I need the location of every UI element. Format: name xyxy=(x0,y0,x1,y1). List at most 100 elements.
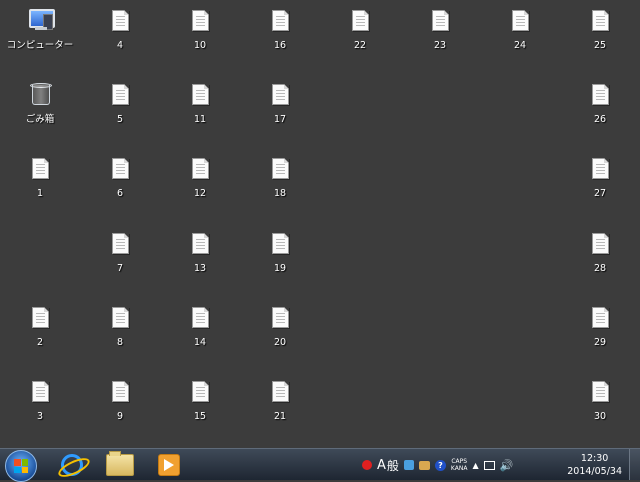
file-label: 22 xyxy=(353,40,367,51)
file-label: 7 xyxy=(116,263,124,274)
file-label: 9 xyxy=(116,411,124,422)
file-icon-2[interactable]: 2 xyxy=(2,299,78,359)
file-icon-24[interactable]: 24 xyxy=(482,2,558,62)
document-icon xyxy=(103,156,137,186)
file-label: 29 xyxy=(593,337,607,348)
file-label: 5 xyxy=(116,114,124,125)
file-label: 13 xyxy=(193,263,207,274)
desktop-icon-label: コンピューター xyxy=(6,40,74,51)
ime-general-button[interactable]: 般 xyxy=(387,457,399,474)
desktop-icon-recycle-bin[interactable]: ごみ箱 xyxy=(2,76,78,136)
recycle-bin-icon xyxy=(23,82,57,112)
document-icon xyxy=(343,8,377,38)
document-icon xyxy=(23,156,57,186)
caps-label: CAPS xyxy=(451,458,468,465)
document-icon xyxy=(103,82,137,112)
file-label: 30 xyxy=(593,411,607,422)
file-label: 10 xyxy=(193,40,207,51)
file-icon-5[interactable]: 5 xyxy=(82,76,158,136)
show-hidden-icons-button[interactable]: ▲ xyxy=(472,461,478,470)
file-icon-26[interactable]: 26 xyxy=(562,76,638,136)
file-icon-22[interactable]: 22 xyxy=(322,2,398,62)
document-icon xyxy=(183,156,217,186)
file-icon-20[interactable]: 20 xyxy=(242,299,318,359)
file-icon-8[interactable]: 8 xyxy=(82,299,158,359)
file-icon-18[interactable]: 18 xyxy=(242,150,318,210)
file-label: 26 xyxy=(593,114,607,125)
document-icon xyxy=(583,82,617,112)
network-icon[interactable] xyxy=(483,460,495,470)
document-icon xyxy=(183,305,217,335)
file-icon-3[interactable]: 3 xyxy=(2,373,78,433)
ie-icon xyxy=(61,454,83,476)
document-icon xyxy=(263,379,297,409)
file-label: 3 xyxy=(36,411,44,422)
file-icon-4[interactable]: 4 xyxy=(82,2,158,62)
document-icon xyxy=(263,231,297,261)
document-icon xyxy=(23,305,57,335)
file-label: 16 xyxy=(273,40,287,51)
ime-help-button[interactable]: ? xyxy=(434,459,446,471)
caps-kana-indicator[interactable]: CAPS KANA xyxy=(451,458,468,472)
document-icon xyxy=(583,379,617,409)
ime-tool-icon[interactable] xyxy=(403,460,414,470)
file-label: 14 xyxy=(193,337,207,348)
file-icon-16[interactable]: 16 xyxy=(242,2,318,62)
clock[interactable]: 12:30 2014/05/34 xyxy=(567,452,622,478)
taskbar: A 般 ? CAPS KANA ▲ 🔊 12:30 2014/05/34 xyxy=(0,448,640,482)
document-icon xyxy=(103,8,137,38)
flag-icon xyxy=(362,460,372,470)
windows-logo-icon xyxy=(14,459,28,473)
file-icon-13[interactable]: 13 xyxy=(162,225,238,285)
document-icon xyxy=(263,8,297,38)
file-icon-29[interactable]: 29 xyxy=(562,299,638,359)
desktop-icon-computer[interactable]: コンピューター xyxy=(2,2,78,62)
file-label: 19 xyxy=(273,263,287,274)
file-icon-21[interactable]: 21 xyxy=(242,373,318,433)
file-icon-12[interactable]: 12 xyxy=(162,150,238,210)
file-icon-1[interactable]: 1 xyxy=(2,150,78,210)
file-icon-30[interactable]: 30 xyxy=(562,373,638,433)
document-icon xyxy=(263,82,297,112)
volume-icon[interactable]: 🔊 xyxy=(500,459,514,472)
file-icon-9[interactable]: 9 xyxy=(82,373,158,433)
taskbar-internet-explorer-button[interactable] xyxy=(52,451,92,479)
start-button[interactable] xyxy=(5,450,37,482)
file-label: 21 xyxy=(273,411,287,422)
action-center-flag[interactable] xyxy=(362,460,372,470)
file-label: 20 xyxy=(273,337,287,348)
taskbar-file-explorer-button[interactable] xyxy=(100,451,140,479)
file-label: 11 xyxy=(193,114,207,125)
ime-mode-button[interactable]: A xyxy=(377,458,386,473)
file-icon-6[interactable]: 6 xyxy=(82,150,158,210)
file-label: 18 xyxy=(273,188,287,199)
taskbar-media-player-button[interactable] xyxy=(149,451,189,479)
file-icon-27[interactable]: 27 xyxy=(562,150,638,210)
document-icon xyxy=(583,305,617,335)
document-icon xyxy=(583,156,617,186)
show-desktop-button[interactable] xyxy=(629,449,640,480)
file-icon-23[interactable]: 23 xyxy=(402,2,478,62)
file-label: 8 xyxy=(116,337,124,348)
file-icon-25[interactable]: 25 xyxy=(562,2,638,62)
file-label: 1 xyxy=(36,188,44,199)
document-icon xyxy=(263,156,297,186)
file-icon-7[interactable]: 7 xyxy=(82,225,158,285)
ime-dictionary-icon[interactable] xyxy=(418,460,430,470)
file-icon-11[interactable]: 11 xyxy=(162,76,238,136)
file-icon-19[interactable]: 19 xyxy=(242,225,318,285)
folder-icon xyxy=(106,451,134,476)
file-icon-28[interactable]: 28 xyxy=(562,225,638,285)
document-icon xyxy=(183,379,217,409)
computer-icon xyxy=(23,8,57,38)
file-label: 2 xyxy=(36,337,44,348)
file-label: 23 xyxy=(433,40,447,51)
file-icon-14[interactable]: 14 xyxy=(162,299,238,359)
file-icon-10[interactable]: 10 xyxy=(162,2,238,62)
file-label: 4 xyxy=(116,40,124,51)
document-icon xyxy=(23,379,57,409)
file-icon-15[interactable]: 15 xyxy=(162,373,238,433)
desktop-icon-label: ごみ箱 xyxy=(25,114,55,125)
file-icon-17[interactable]: 17 xyxy=(242,76,318,136)
media-player-icon xyxy=(158,454,180,476)
